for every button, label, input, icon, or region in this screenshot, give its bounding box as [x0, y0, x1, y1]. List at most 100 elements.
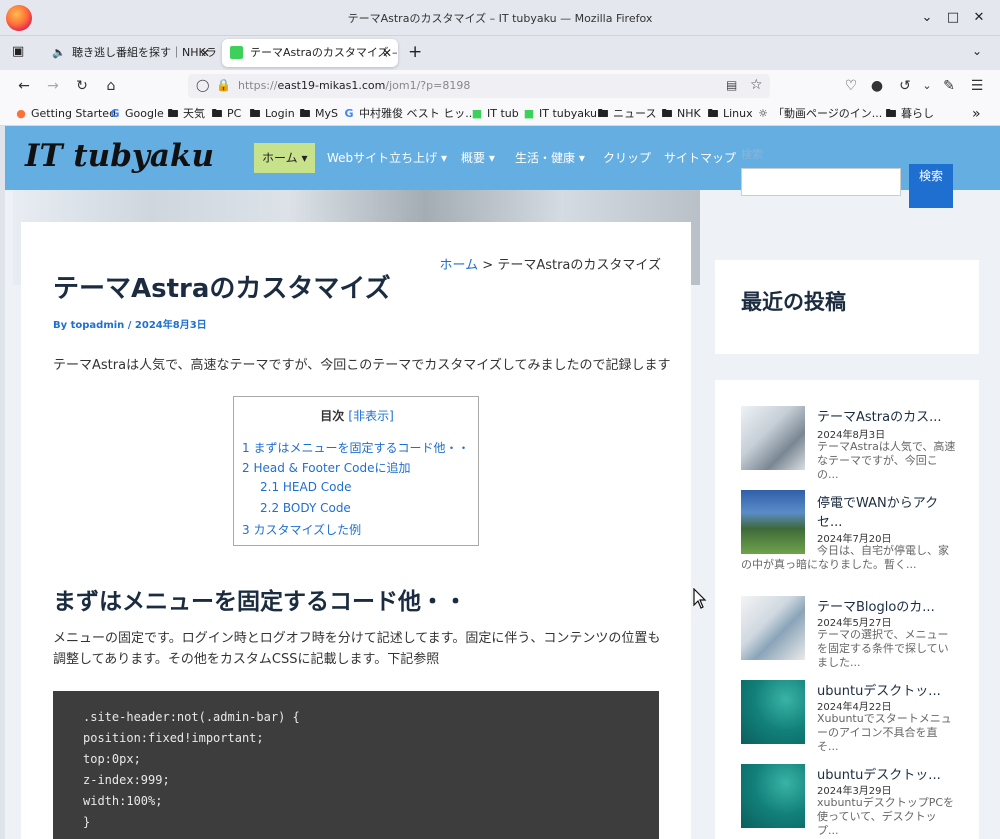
speaker-icon: 🔈: [52, 46, 66, 59]
folder-icon: 🖿: [597, 107, 609, 120]
bookmark-label: NHK: [677, 107, 701, 120]
post-excerpt: Xubuntuでスタートメニューのアイコン不具合を直そ...: [817, 712, 952, 753]
toc-toggle[interactable]: [非表示]: [348, 409, 393, 423]
bookmark-label: ニュース: [613, 107, 657, 120]
close-window-icon[interactable]: ✕: [970, 9, 988, 27]
bookmark-label: PC: [227, 107, 242, 120]
bookmark-label: 「動画ページのイン...: [773, 107, 883, 120]
page-icon: ☼: [758, 107, 768, 120]
toc-item[interactable]: 1 まずはメニューを固定するコード他・・: [242, 439, 469, 456]
post-excerpt: xubuntuデスクトップPCを使っていて、デスクトップ...: [817, 796, 955, 837]
post-thumbnail[interactable]: [741, 406, 805, 470]
search-label: 検索: [741, 148, 763, 161]
site-icon: ■: [471, 107, 483, 120]
bookmark-label: 天気: [183, 107, 205, 120]
article-intro: テーマAstraは人気で、高速なテーマですが、今回このテーマでカスタマイズしてみ…: [53, 358, 671, 373]
chevron-down-icon[interactable]: ⌄: [916, 76, 938, 96]
extensions-icon[interactable]: ✎: [938, 76, 960, 96]
more-bookmarks-icon[interactable]: »: [972, 105, 981, 123]
recent-posts-title-widget: 最近の投稿: [715, 260, 979, 354]
post-thumbnail[interactable]: [741, 680, 805, 744]
tab-label: テーマAstraのカスタマイズ –: [250, 46, 398, 59]
account-icon[interactable]: ●: [866, 76, 888, 96]
maximize-icon[interactable]: □: [944, 9, 962, 27]
post-thumbnail[interactable]: [741, 764, 805, 828]
home-icon[interactable]: ⌂: [100, 76, 122, 96]
post-title[interactable]: ubuntuデスクトッ...: [817, 680, 941, 699]
toc-item[interactable]: 2.2 BODY Code: [260, 501, 351, 515]
bookmark-item[interactable]: ■ IT tub: [470, 105, 519, 123]
search-input[interactable]: [741, 168, 901, 196]
bookmark-item[interactable]: ☼ 「動画ページのイン...: [756, 105, 882, 123]
toc-item[interactable]: 2 Head & Footer Codeに追加: [242, 459, 411, 476]
google-icon: G: [344, 107, 354, 120]
post-title[interactable]: ubuntuデスクトッ...: [817, 764, 941, 783]
menu-hamburger-icon[interactable]: ☰: [966, 76, 988, 96]
bookmark-item[interactable]: 🖿 NHK: [660, 105, 701, 123]
bookmark-item[interactable]: ■ IT tubyaku: [522, 105, 597, 123]
folder-icon: 🖿: [167, 107, 179, 120]
minimize-icon[interactable]: ⌄: [918, 9, 936, 27]
bookmark-item[interactable]: G 中村雅俊 ベスト ヒッ...: [342, 105, 475, 123]
tab-list-icon[interactable]: ▣: [12, 44, 30, 60]
code-line: }: [83, 815, 91, 829]
url-path: /jom1/?p=8198: [385, 79, 471, 92]
bookmark-item[interactable]: 🖿 MyS: [298, 105, 338, 123]
back-icon[interactable]: ←: [13, 76, 35, 96]
post-excerpt: テーマの選択で、メニューを固定する条件で探していました...: [817, 628, 949, 669]
bookmark-label: Linux: [723, 107, 753, 120]
bookmark-item[interactable]: 🖿 PC: [210, 105, 242, 123]
bookmark-label: Login: [265, 107, 295, 120]
bookmark-item[interactable]: 🖿 Linux: [706, 105, 753, 123]
folder-icon: 🖿: [211, 107, 223, 120]
forward-icon[interactable]: →: [42, 76, 64, 96]
post-title[interactable]: 停電でWANからアクセ...: [817, 492, 947, 530]
menu-item-sitemap[interactable]: サイトマップ: [664, 143, 736, 173]
breadcrumb-home-link[interactable]: ホーム: [440, 258, 479, 273]
tab-close-icon[interactable]: ✕: [382, 39, 392, 67]
tab-astra-customize[interactable]: テーマAstraのカスタマイズ – ✕: [222, 39, 398, 67]
tab-close-icon[interactable]: ✕: [200, 39, 210, 67]
article-meta[interactable]: By topadmin / 2024年8月3日: [53, 316, 207, 331]
breadcrumb-current: テーマAstraのカスタマイズ: [497, 258, 661, 273]
site-icon: ■: [523, 107, 535, 120]
menu-item-life-health[interactable]: 生活・健康 ▾: [515, 143, 585, 173]
reload-icon[interactable]: ↻: [71, 76, 93, 96]
bookmark-label: IT tubyaku: [539, 107, 597, 120]
menu-item-website[interactable]: Webサイト立ち上げ ▾: [327, 143, 447, 173]
toc-item[interactable]: 3 カスタマイズした例: [242, 521, 361, 538]
site-logo[interactable]: IT tubyaku: [25, 138, 214, 174]
address-bar[interactable]: https://east19-mikas1.com/jom1/?p=8198: [188, 74, 770, 98]
menu-item-home[interactable]: ホーム ▾: [254, 143, 316, 173]
bookmark-item[interactable]: G Google: [108, 105, 163, 123]
post-title[interactable]: テーマBlogloのカ...: [817, 596, 935, 615]
search-button[interactable]: 検索: [909, 164, 953, 208]
code-line: width:100%;: [83, 794, 163, 808]
bookmark-item[interactable]: ● Getting Started: [14, 105, 116, 123]
bookmark-item[interactable]: 🖿 暮らし: [884, 105, 935, 123]
post-thumbnail[interactable]: [741, 596, 805, 660]
post-title[interactable]: テーマAstraのカス...: [817, 406, 941, 425]
bookmark-label: Getting Started: [31, 107, 117, 120]
code-line: z-index:999;: [83, 773, 170, 787]
lock-icon[interactable]: 🔒: [216, 78, 231, 92]
chevron-down-icon[interactable]: ⌄: [972, 44, 982, 58]
firefox-icon: ●: [16, 107, 26, 120]
bookmark-item[interactable]: 🖿 Login: [248, 105, 295, 123]
pocket-icon[interactable]: ♡: [840, 76, 862, 96]
post-date: 2024年4月22日: [817, 702, 892, 713]
reader-view-icon[interactable]: ▤: [726, 78, 737, 92]
bookmark-star-icon[interactable]: ☆: [750, 77, 763, 93]
bookmark-item[interactable]: 🖿 ニュース: [596, 105, 657, 123]
shield-icon[interactable]: ◯: [196, 78, 209, 92]
folder-icon: 🖿: [299, 107, 311, 120]
firefox-logo-icon: [6, 5, 32, 31]
toc-item[interactable]: 2.1 HEAD Code: [260, 480, 352, 494]
new-tab-icon[interactable]: +: [408, 42, 422, 62]
downloads-icon[interactable]: ↺: [894, 76, 916, 96]
menu-item-overview[interactable]: 概要 ▾: [461, 143, 495, 173]
code-line: top:0px;: [83, 752, 141, 766]
bookmark-item[interactable]: 🖿 天気: [166, 105, 206, 123]
tab-nhk-radio[interactable]: 🔈 聴き逃し番組を探す｜NHKラジ ✕: [44, 39, 216, 67]
menu-item-clip[interactable]: クリップ: [603, 143, 651, 173]
